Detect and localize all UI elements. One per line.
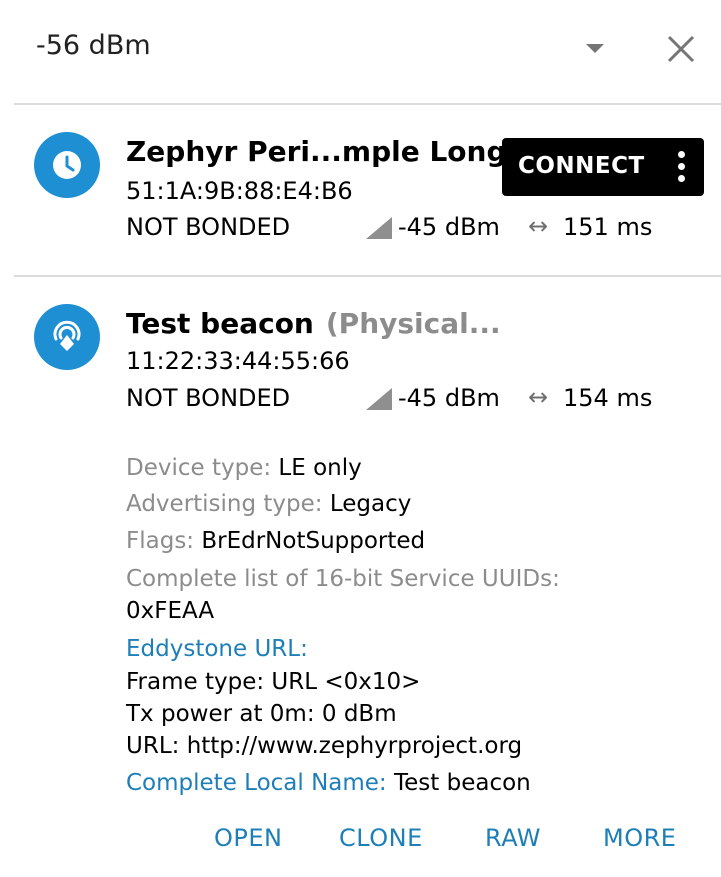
device-row-test-beacon[interactable]: Test beacon (Physical... 11:22:33:44:55:6… xyxy=(0,277,721,877)
open-button[interactable]: OPEN xyxy=(214,824,282,852)
detail-value: Legacy xyxy=(329,491,412,517)
clock-icon xyxy=(53,151,81,179)
detail-advertising-type: Advertising type: Legacy xyxy=(126,491,411,517)
detail-flags: Flags: BrEdrNotSupported xyxy=(126,528,425,554)
detail-label: Advertising type: xyxy=(126,491,323,517)
device-name-extra: (Physical... xyxy=(325,307,501,340)
advertising-interval: 154 ms xyxy=(563,384,653,412)
rssi-value: -45 dBm xyxy=(398,384,500,412)
detail-device-type: Device type: LE only xyxy=(126,455,362,481)
connect-label: CONNECT xyxy=(518,153,645,179)
eddystone-frame-type: Frame type: URL <0x10> xyxy=(126,669,421,695)
overflow-menu-icon[interactable] xyxy=(678,151,686,183)
device-address: 11:22:33:44:55:66 xyxy=(126,347,350,375)
eddystone-url: URL: http://www.zephyrproject.org xyxy=(126,733,523,759)
detail-local-name: Complete Local Name: Test beacon xyxy=(126,770,531,796)
detail-label: Flags: xyxy=(126,528,195,554)
eddystone-url-label: Eddystone URL: xyxy=(126,636,308,662)
detail-uuids-label: Complete list of 16-bit Service UUIDs: xyxy=(126,566,560,592)
detail-uuids-value: 0xFEAA xyxy=(126,598,215,624)
detail-label: Device type: xyxy=(126,455,272,481)
signal-strength-icon xyxy=(366,388,392,410)
device-name: Zephyr Peri...mple Long xyxy=(126,135,507,168)
advertising-interval: 151 ms xyxy=(563,213,653,241)
clone-button[interactable]: CLONE xyxy=(339,824,423,852)
device-avatar xyxy=(34,304,100,370)
detail-value: Test beacon xyxy=(394,770,531,796)
signal-strength-icon xyxy=(366,217,392,239)
rssi-value: -45 dBm xyxy=(398,213,500,241)
more-button[interactable]: MORE xyxy=(603,824,676,852)
detail-value: BrEdrNotSupported xyxy=(201,528,426,554)
detail-label: Complete Local Name: xyxy=(126,770,387,796)
device-avatar xyxy=(34,132,100,198)
bond-state: NOT BONDED xyxy=(126,213,291,241)
bond-state: NOT BONDED xyxy=(126,384,291,412)
dropdown-caret-icon[interactable] xyxy=(586,44,604,53)
device-name-text: Test beacon xyxy=(126,307,314,340)
detail-value: LE only xyxy=(278,455,362,481)
interval-arrows-icon: ↔ xyxy=(528,383,549,411)
device-address: 51:1A:9B:88:E4:B6 xyxy=(126,177,353,205)
eddystone-tx-power: Tx power at 0m: 0 dBm xyxy=(126,701,397,727)
beacon-icon xyxy=(53,320,81,351)
close-icon[interactable] xyxy=(665,33,697,65)
raw-button[interactable]: RAW xyxy=(485,824,541,852)
device-name: Test beacon (Physical... xyxy=(126,307,501,340)
interval-arrows-icon: ↔ xyxy=(528,212,549,240)
rssi-filter-value[interactable]: -56 dBm xyxy=(36,30,151,61)
connect-button[interactable]: CONNECT xyxy=(502,138,704,196)
